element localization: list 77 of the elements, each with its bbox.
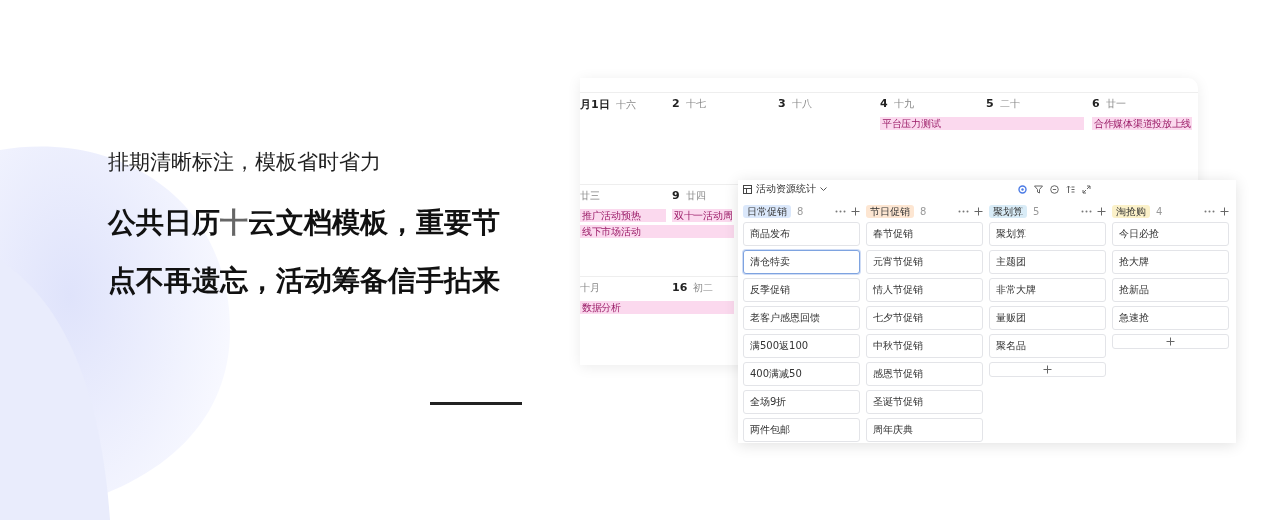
board-card[interactable]: 元宵节促销 <box>866 250 983 274</box>
board-card[interactable]: 400满减50 <box>743 362 860 386</box>
day-number: 4 <box>880 97 888 110</box>
day-number: 3 <box>778 97 786 110</box>
filter-icon[interactable] <box>1034 184 1043 194</box>
more-icon[interactable] <box>958 209 969 213</box>
calendar-event[interactable]: 平台压力测试 <box>880 117 1084 130</box>
lunar-date: 十六 <box>615 98 636 112</box>
board-card[interactable]: 春节促销 <box>866 222 983 246</box>
board-card[interactable]: 商品发布 <box>743 222 860 246</box>
board-card[interactable]: 聚名品 <box>989 334 1106 358</box>
lunar-date: 廿四 <box>685 189 706 203</box>
lunar-date: 廿三 <box>580 189 600 203</box>
board-card[interactable]: 满500返100 <box>743 334 860 358</box>
day-number: 16 <box>672 281 688 294</box>
clock-icon[interactable] <box>1050 184 1059 194</box>
board-card[interactable]: 情人节促销 <box>866 278 983 302</box>
board-card[interactable]: 今日必抢 <box>1112 222 1229 246</box>
board-card[interactable]: 反季促销 <box>743 278 860 302</box>
board-card[interactable]: 抢新品 <box>1112 278 1229 302</box>
more-icon[interactable] <box>835 209 846 213</box>
card-count: 4 <box>1156 205 1163 217</box>
plus-icon <box>1043 365 1052 374</box>
calendar-event[interactable]: 数据分析 <box>580 301 734 314</box>
day-number: 9 <box>672 189 680 202</box>
sort-icon[interactable] <box>1066 184 1075 194</box>
day-number: 2 <box>672 97 680 110</box>
calendar-event[interactable]: 合作媒体渠道投放上线 <box>1092 117 1192 130</box>
day-number: 月1日 <box>580 97 610 112</box>
plus-icon[interactable] <box>974 206 983 216</box>
board-card[interactable]: 全场9折 <box>743 390 860 414</box>
plus-icon[interactable] <box>1220 206 1229 216</box>
plus-icon[interactable] <box>851 206 860 216</box>
caret-icon[interactable] <box>820 186 827 192</box>
expand-icon[interactable] <box>1082 184 1091 194</box>
day-number: 6 <box>1092 97 1100 110</box>
plus-icon[interactable] <box>1097 206 1106 216</box>
card-count: 5 <box>1033 205 1040 217</box>
column-tag: 聚划算 <box>989 204 1027 218</box>
board-card[interactable]: 非常大牌 <box>989 278 1106 302</box>
board-card[interactable]: 周年庆典 <box>866 418 983 442</box>
board-card[interactable]: 量贩团 <box>989 306 1106 330</box>
lunar-date: 十八 <box>791 97 812 111</box>
board-card[interactable]: 两件包邮 <box>743 418 860 442</box>
plus-icon <box>1166 337 1175 346</box>
board-card[interactable]: 感恩节促销 <box>866 362 983 386</box>
table-icon <box>743 184 752 194</box>
board-title[interactable]: 活动资源统计 <box>756 182 816 196</box>
lunar-date: 廿一 <box>1105 97 1126 111</box>
board-card[interactable]: 七夕节促销 <box>866 306 983 330</box>
calendar-event[interactable]: 推广活动预热 <box>580 209 666 222</box>
board-card[interactable]: 中秋节促销 <box>866 334 983 358</box>
board-card[interactable]: 清仓特卖 <box>743 250 860 274</box>
board-card[interactable]: 老客户感恩回馈 <box>743 306 860 330</box>
board-card[interactable]: 急速抢 <box>1112 306 1229 330</box>
board-card[interactable]: 聚划算 <box>989 222 1106 246</box>
lunar-date: 十月 <box>580 281 600 295</box>
column-tag: 日常促销 <box>743 204 791 218</box>
lunar-date: 初二 <box>693 281 714 295</box>
calendar-event[interactable]: 双十一活动周 <box>672 209 733 222</box>
day-number: 5 <box>986 97 994 110</box>
column-tag: 节日促销 <box>866 204 914 218</box>
subtitle: 排期清晰标注，模板省时省力 <box>108 149 382 176</box>
lunar-date: 二十 <box>999 97 1020 111</box>
card-count: 8 <box>920 205 927 217</box>
board-card[interactable]: 抢大牌 <box>1112 250 1229 274</box>
settings-icon[interactable] <box>1018 184 1027 194</box>
calendar-event[interactable]: 线下市场活动 <box>580 225 734 238</box>
lunar-date: 十九 <box>893 97 914 111</box>
headline: 公共日历十云文档模板，重要节点不再遗忘，活动筹备信手拈来 <box>108 205 501 299</box>
more-icon[interactable] <box>1204 209 1215 213</box>
card-count: 8 <box>797 205 804 217</box>
more-icon[interactable] <box>1081 209 1092 213</box>
board-card[interactable]: 主题团 <box>989 250 1106 274</box>
board-card[interactable]: 圣诞节促销 <box>866 390 983 414</box>
column-tag: 淘抢购 <box>1112 204 1150 218</box>
lunar-date: 十七 <box>685 97 706 111</box>
